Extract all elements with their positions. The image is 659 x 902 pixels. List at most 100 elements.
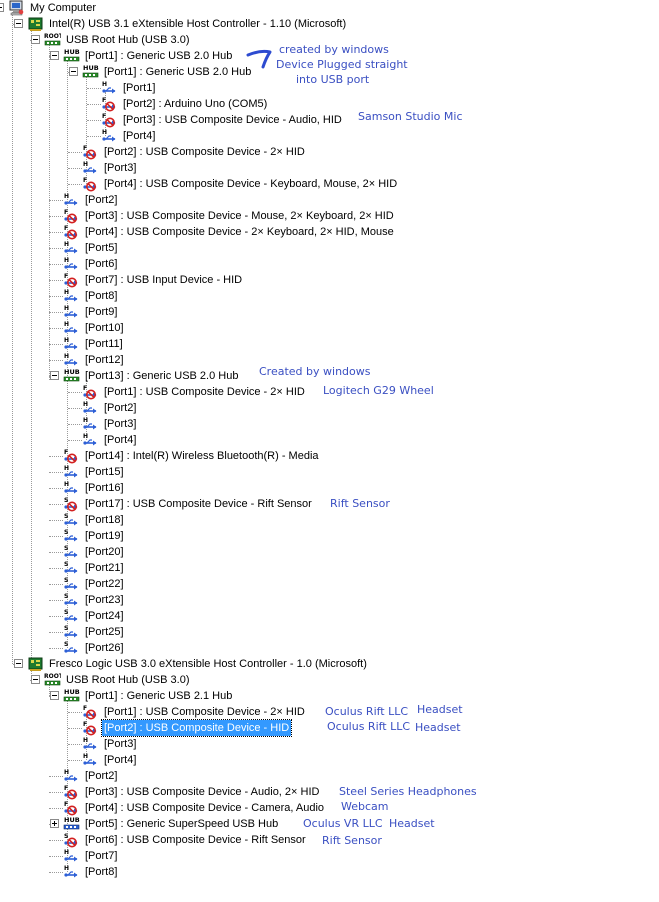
svg-text:H: H bbox=[64, 241, 69, 248]
tree-node-label[interactable]: [Port2] bbox=[83, 768, 119, 784]
tree-node-label[interactable]: [Port12] bbox=[83, 352, 126, 368]
superspeed-port-icon: S bbox=[63, 624, 80, 640]
tree-node-label[interactable]: [Port1] bbox=[121, 80, 157, 96]
tree-node-label[interactable]: [Port5] bbox=[83, 240, 119, 256]
tree-node-label[interactable]: [Port1] : Generic USB 2.0 Hub bbox=[83, 48, 234, 64]
collapse-toggle[interactable] bbox=[31, 35, 40, 44]
svg-text:H: H bbox=[64, 865, 69, 872]
tree-connector bbox=[49, 552, 63, 553]
usb-device-icon: F bbox=[101, 112, 118, 128]
tree-node-label[interactable]: USB Root Hub (USB 3.0) bbox=[64, 32, 192, 48]
tree-node-label[interactable]: [Port4] : USB Composite Device - 2× Keyb… bbox=[83, 224, 396, 240]
tree-node-label[interactable]: [Port17] : USB Composite Device - Rift S… bbox=[83, 496, 314, 512]
tree-node-label[interactable]: [Port15] bbox=[83, 464, 126, 480]
annotation-note: Samson Studio Mic bbox=[358, 110, 463, 123]
tree-node-label[interactable]: [Port20] bbox=[83, 544, 126, 560]
usb-port-icon: H bbox=[63, 240, 80, 256]
tree-node-label[interactable]: [Port23] bbox=[83, 592, 126, 608]
tree-node-label[interactable]: My Computer bbox=[28, 0, 98, 16]
tree-node-label[interactable]: [Port3] bbox=[102, 736, 138, 752]
tree-connector bbox=[68, 440, 82, 441]
tree-node-label[interactable]: Fresco Logic USB 3.0 eXtensible Host Con… bbox=[47, 656, 369, 672]
tree-node-label[interactable]: [Port19] bbox=[83, 528, 126, 544]
tree-node-label[interactable]: [Port2] bbox=[83, 192, 119, 208]
svg-text:H: H bbox=[64, 337, 69, 344]
tree-node-label[interactable]: [Port1] : Generic USB 2.0 Hub bbox=[102, 64, 253, 80]
tree-node-label[interactable]: [Port2] : Arduino Uno (COM5) bbox=[121, 96, 269, 112]
collapse-toggle[interactable] bbox=[31, 675, 40, 684]
collapse-toggle[interactable] bbox=[14, 19, 23, 28]
expand-toggle[interactable] bbox=[50, 819, 59, 828]
tree-node-label[interactable]: [Port25] bbox=[83, 624, 126, 640]
tree-node-label[interactable]: [Port6] bbox=[83, 256, 119, 272]
tree-node-label[interactable]: [Port4] bbox=[102, 752, 138, 768]
svg-text:ROOT: ROOT bbox=[44, 33, 61, 40]
tree-node-label[interactable]: [Port14] : Intel(R) Wireless Bluetooth(R… bbox=[83, 448, 321, 464]
collapse-toggle[interactable] bbox=[0, 3, 4, 12]
tree-node-label[interactable]: [Port5] : Generic SuperSpeed USB Hub bbox=[83, 816, 280, 832]
tree-node-label[interactable]: [Port4] : USB Composite Device - Camera,… bbox=[83, 800, 326, 816]
collapse-toggle[interactable] bbox=[69, 67, 78, 76]
usb-port-icon: H bbox=[63, 848, 80, 864]
superspeed-port-icon: S bbox=[63, 640, 80, 656]
usb-hub-icon: HUB bbox=[63, 48, 80, 64]
tree-connector bbox=[68, 184, 82, 185]
usb-port-icon: H bbox=[63, 304, 80, 320]
svg-text:H: H bbox=[83, 433, 88, 440]
annotation-note: Device Plugged straight bbox=[276, 58, 408, 71]
annotation-note: created by windows bbox=[279, 43, 389, 56]
tree-node-label[interactable]: [Port9] bbox=[83, 304, 119, 320]
collapse-toggle[interactable] bbox=[50, 691, 59, 700]
tree-node-label[interactable]: [Port6] : USB Composite Device - Rift Se… bbox=[83, 832, 308, 848]
tree-connector bbox=[49, 312, 63, 313]
tree-connector bbox=[87, 120, 101, 121]
tree-node-label[interactable]: [Port18] bbox=[83, 512, 126, 528]
tree-connector bbox=[49, 264, 63, 265]
tree-node-label[interactable]: [Port4] bbox=[102, 432, 138, 448]
tree-node-label[interactable]: USB Root Hub (USB 3.0) bbox=[64, 672, 192, 688]
tree-node-label[interactable]: [Port16] bbox=[83, 480, 126, 496]
tree-node-label[interactable]: [Port21] bbox=[83, 560, 126, 576]
tree-node-label[interactable]: [Port22] bbox=[83, 576, 126, 592]
tree-connector bbox=[68, 424, 82, 425]
svg-text:F: F bbox=[83, 705, 87, 712]
svg-text:H: H bbox=[83, 401, 88, 408]
root-hub-icon: ROOT bbox=[44, 32, 64, 48]
tree-node-label[interactable]: [Port2] : USB Composite Device - 2× HID bbox=[102, 144, 307, 160]
tree-node-label[interactable]: [Port2] bbox=[102, 400, 138, 416]
tree-node-label[interactable]: [Port2] : USB Composite Device - HID bbox=[100, 719, 293, 737]
tree-node-label[interactable]: [Port4] : USB Composite Device - Keyboar… bbox=[102, 176, 399, 192]
collapse-toggle[interactable] bbox=[50, 51, 59, 60]
tree-node-label[interactable]: [Port11] bbox=[83, 336, 125, 352]
tree-node-label[interactable]: [Port3] : USB Composite Device - Audio, … bbox=[83, 784, 321, 800]
svg-text:H: H bbox=[64, 353, 69, 360]
tree-node-label[interactable]: [Port26] bbox=[83, 640, 126, 656]
tree-connector bbox=[68, 712, 82, 713]
tree-node-label[interactable]: [Port3] bbox=[102, 416, 138, 432]
tree-node-label[interactable]: [Port8] bbox=[83, 864, 119, 880]
collapse-toggle[interactable] bbox=[14, 659, 23, 668]
tree-node-label[interactable]: [Port7] bbox=[83, 848, 119, 864]
superspeed-device-icon: S bbox=[63, 496, 80, 512]
tree-connector bbox=[49, 344, 63, 345]
tree-node-label[interactable]: [Port1] : Generic USB 2.1 Hub bbox=[83, 688, 234, 704]
annotation-note: Logitech G29 Wheel bbox=[323, 384, 434, 397]
collapse-toggle[interactable] bbox=[50, 371, 59, 380]
tree-node-label[interactable]: [Port3] bbox=[102, 160, 138, 176]
tree-node-label[interactable]: [Port1] : USB Composite Device - 2× HID bbox=[102, 384, 307, 400]
tree-connector bbox=[49, 584, 63, 585]
tree-node-label[interactable]: [Port24] bbox=[83, 608, 126, 624]
svg-text:S: S bbox=[64, 497, 68, 504]
tree-node-label[interactable]: [Port3] : USB Composite Device - Audio, … bbox=[121, 112, 344, 128]
tree-connector bbox=[49, 536, 63, 537]
tree-node-label[interactable]: [Port10] bbox=[83, 320, 126, 336]
tree-node-label[interactable]: [Port8] bbox=[83, 288, 119, 304]
tree-node-label[interactable]: [Port13] : Generic USB 2.0 Hub bbox=[83, 368, 240, 384]
tree-node-label[interactable]: [Port3] : USB Composite Device - Mouse, … bbox=[83, 208, 396, 224]
superspeed-hub-icon: HUB bbox=[63, 816, 80, 832]
tree-node-label[interactable]: [Port7] : USB Input Device - HID bbox=[83, 272, 244, 288]
svg-text:H: H bbox=[83, 753, 88, 760]
tree-node-label[interactable]: [Port1] : USB Composite Device - 2× HID bbox=[102, 704, 307, 720]
tree-node-label[interactable]: [Port4] bbox=[121, 128, 157, 144]
tree-node-label[interactable]: Intel(R) USB 3.1 eXtensible Host Control… bbox=[47, 16, 348, 32]
